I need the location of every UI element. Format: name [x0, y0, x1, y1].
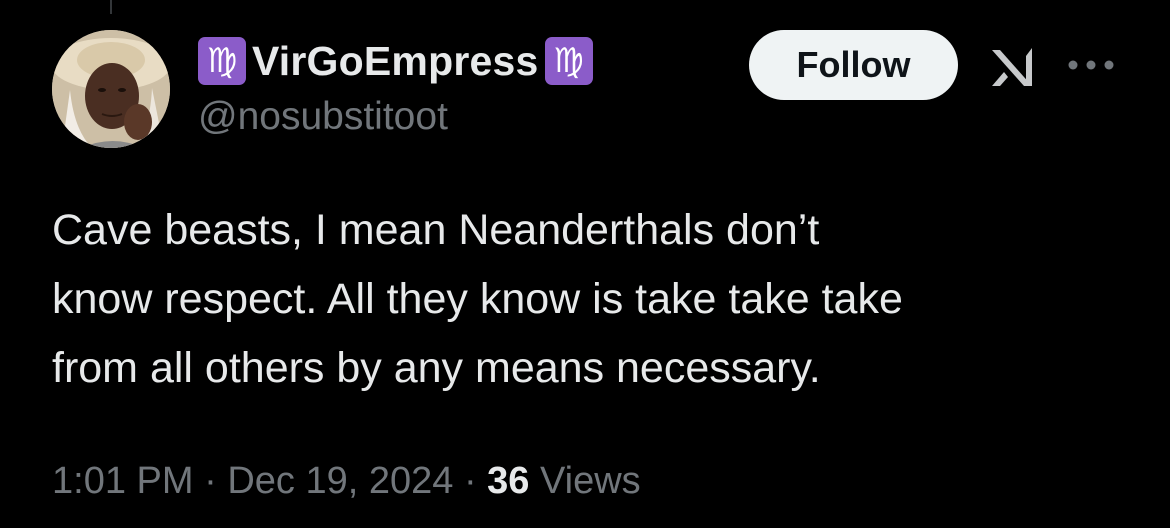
author-handle[interactable]: @nosubstitoot — [198, 95, 448, 139]
avatar-photo — [52, 30, 170, 148]
follow-button[interactable]: Follow — [749, 30, 958, 100]
tweet-text-line: know respect. All they know is take take… — [52, 275, 903, 323]
tweet-text-line: from all others by any means necessary. — [52, 344, 821, 392]
author-name-row[interactable]: ♍ VirGoEmpress ♍ — [198, 36, 593, 86]
author-display-name[interactable]: VirGoEmpress — [252, 38, 539, 85]
tweet-date[interactable]: Dec 19, 2024 — [227, 460, 453, 502]
tweet-text: Cave beasts, I mean Neanderthals don’t k… — [52, 196, 1142, 403]
tweet-meta: 1:01 PM · Dec 19, 2024 · 36 Views — [52, 460, 641, 503]
thread-connector-line — [110, 0, 112, 14]
views-count: 36 — [487, 460, 530, 502]
views-label: Views — [540, 460, 641, 502]
tweet-text-line: Cave beasts, I mean Neanderthals don’t — [52, 206, 820, 254]
meta-separator: · — [463, 460, 477, 502]
meta-separator: · — [204, 460, 217, 502]
tweet-time[interactable]: 1:01 PM — [52, 460, 194, 502]
virgo-emoji-icon: ♍ — [198, 37, 246, 85]
virgo-emoji-icon: ♍ — [544, 37, 593, 85]
grok-icon[interactable] — [988, 46, 1038, 88]
more-horizontal-icon[interactable] — [1066, 58, 1116, 72]
avatar[interactable] — [52, 30, 170, 148]
